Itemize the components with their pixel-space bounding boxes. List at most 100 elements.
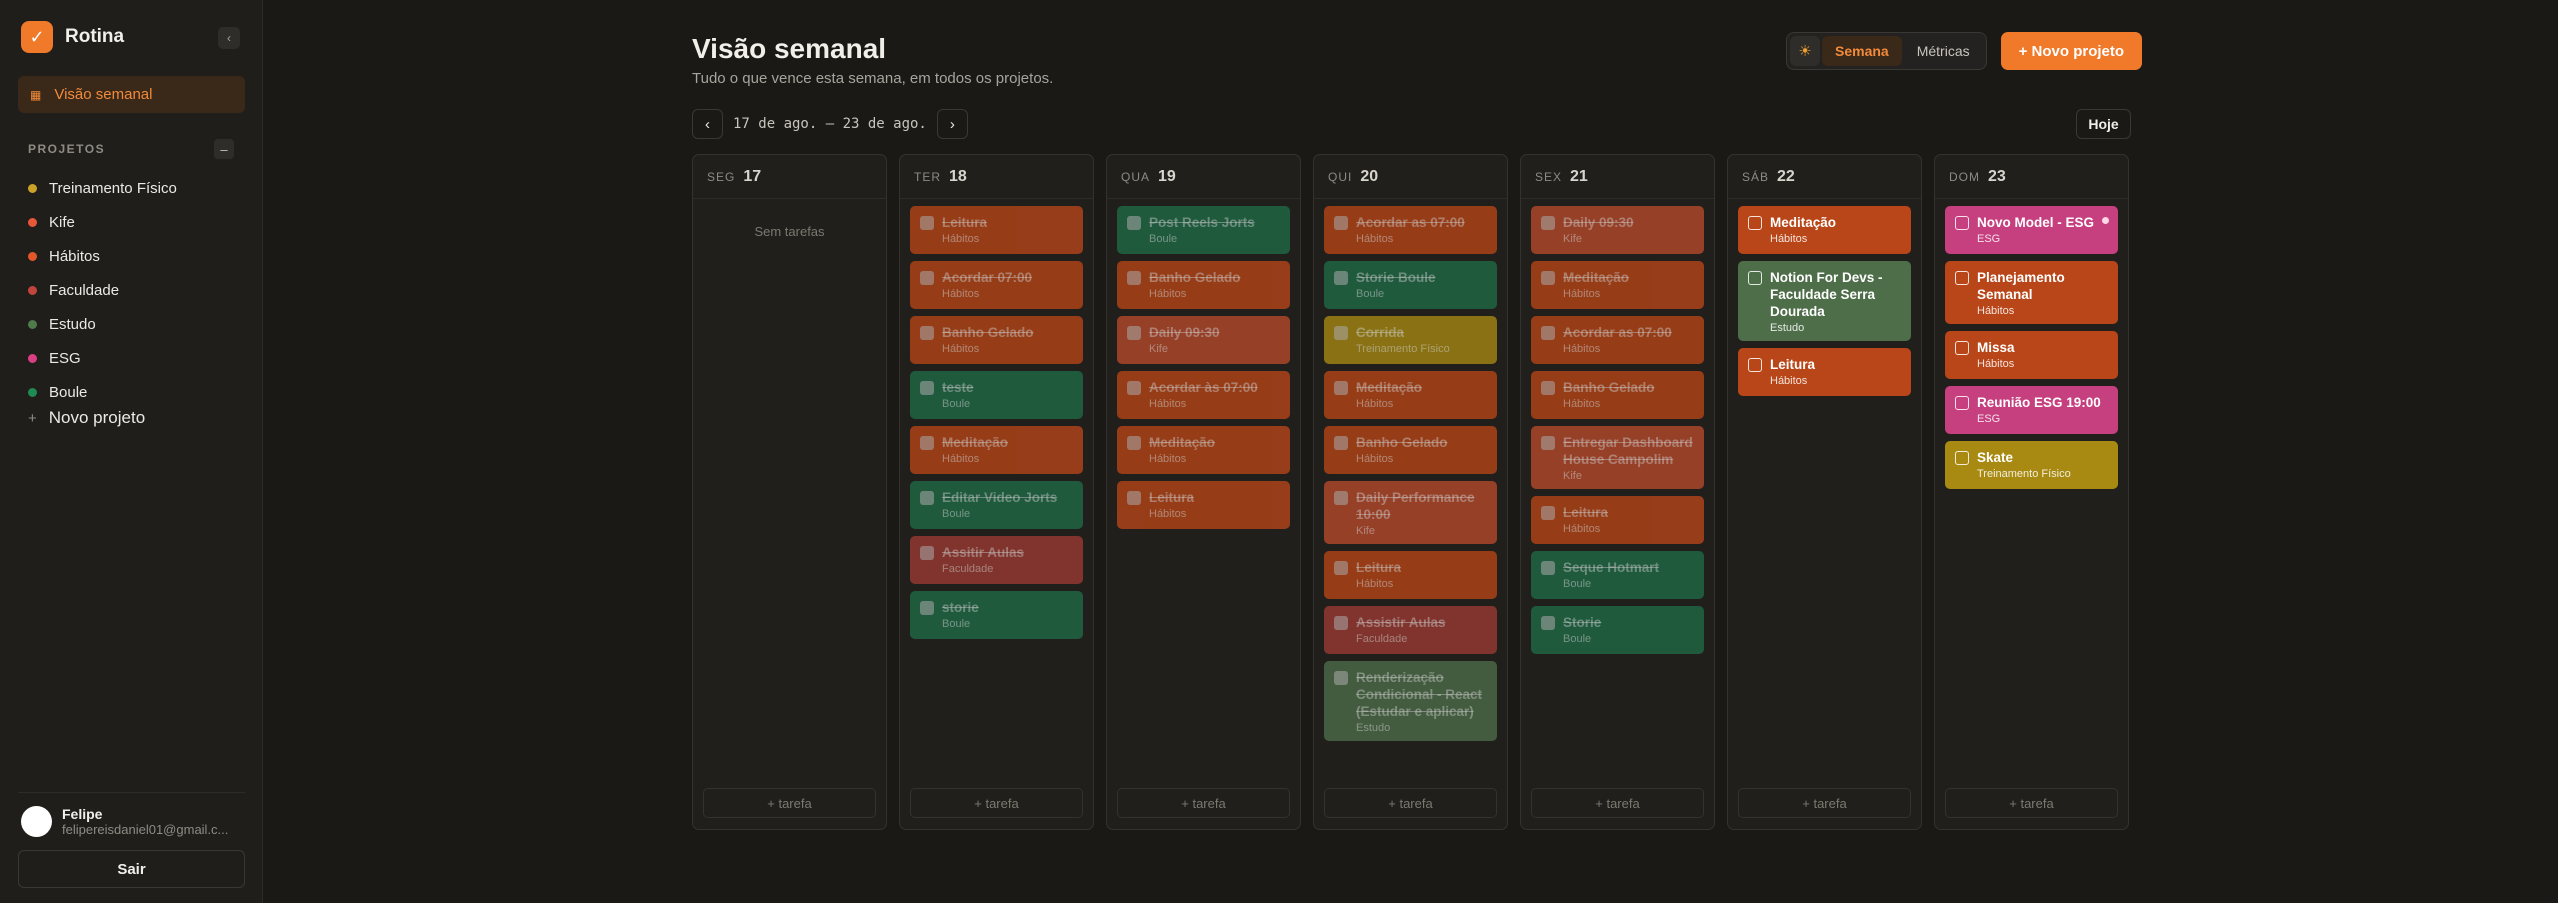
task-checkbox[interactable] [1334,271,1348,285]
next-week-button[interactable]: › [936,109,968,139]
task-card[interactable]: storie Boule [910,591,1083,639]
sidebar-project-item[interactable]: Kife [28,205,177,239]
task-card[interactable]: Skate Treinamento Físico [1945,441,2118,489]
task-checkbox[interactable] [1127,491,1141,505]
task-checkbox[interactable] [1541,616,1555,630]
collapse-sidebar-button[interactable]: ‹ [218,27,240,49]
task-checkbox[interactable] [1955,216,1969,230]
task-checkbox[interactable] [1541,326,1555,340]
logout-button[interactable]: Sair [18,850,245,888]
task-card[interactable]: Meditação Hábitos [1117,426,1290,474]
sidebar-project-item[interactable]: Estudo [28,307,177,341]
task-checkbox[interactable] [920,381,934,395]
task-checkbox[interactable] [1127,381,1141,395]
collapse-projects-button[interactable]: – [214,139,234,159]
task-checkbox[interactable] [1127,436,1141,450]
task-checkbox[interactable] [1541,436,1555,450]
task-card[interactable]: Post Reels Jorts Boule [1117,206,1290,254]
task-checkbox[interactable] [920,601,934,615]
task-checkbox[interactable] [1334,561,1348,575]
add-task-button[interactable]: + tarefa [1738,788,1911,818]
tab-week[interactable]: Semana [1822,36,1902,66]
task-card[interactable]: Seque Hotmart Boule [1531,551,1704,599]
add-task-button[interactable]: + tarefa [1117,788,1290,818]
task-card[interactable]: Acordar 07:00 Hábitos [910,261,1083,309]
task-checkbox[interactable] [1334,616,1348,630]
task-checkbox[interactable] [1334,671,1348,685]
task-checkbox[interactable] [1955,396,1969,410]
task-card[interactable]: Banho Gelado Hábitos [1324,426,1497,474]
task-card[interactable]: Acordar as 07:00 Hábitos [1324,206,1497,254]
task-card[interactable]: Missa Hábitos [1945,331,2118,379]
task-card[interactable]: Leitura Hábitos [1117,481,1290,529]
task-checkbox[interactable] [1127,326,1141,340]
task-card[interactable]: Meditação Hábitos [1531,261,1704,309]
sidebar-project-item[interactable]: Faculdade [28,273,177,307]
new-project-link[interactable]: + Novo projeto [28,408,145,428]
task-card[interactable]: Daily Performance 10:00 Kife [1324,481,1497,544]
task-card[interactable]: Corrida Treinamento Físico [1324,316,1497,364]
task-card[interactable]: Meditação Hábitos [1738,206,1911,254]
sidebar-project-item[interactable]: Boule [28,375,177,409]
task-checkbox[interactable] [920,216,934,230]
task-checkbox[interactable] [1334,216,1348,230]
task-checkbox[interactable] [1334,436,1348,450]
nav-weekly-view[interactable]: ▦ Visão semanal [18,76,245,113]
add-task-button[interactable]: + tarefa [703,788,876,818]
task-card[interactable]: Banho Gelado Hábitos [910,316,1083,364]
task-checkbox[interactable] [1334,491,1348,505]
task-checkbox[interactable] [920,436,934,450]
task-checkbox[interactable] [1955,271,1969,285]
task-checkbox[interactable] [920,491,934,505]
task-checkbox[interactable] [1541,271,1555,285]
task-card[interactable]: Daily 09:30 Kife [1531,206,1704,254]
prev-week-button[interactable]: ‹ [692,109,723,139]
task-card[interactable]: Meditação Hábitos [910,426,1083,474]
task-card[interactable]: Banho Gelado Hábitos [1531,371,1704,419]
task-checkbox[interactable] [1334,381,1348,395]
task-card[interactable]: Renderização Condicional - React (Estuda… [1324,661,1497,741]
sidebar-project-item[interactable]: Hábitos [28,239,177,273]
today-button[interactable]: Hoje [2076,109,2131,139]
sun-icon[interactable]: ☀ [1790,36,1820,66]
task-card[interactable]: Leitura Hábitos [1738,348,1911,396]
task-card[interactable]: Banho Gelado Hábitos [1117,261,1290,309]
add-task-button[interactable]: + tarefa [1531,788,1704,818]
sidebar-project-item[interactable]: ESG [28,341,177,375]
task-card[interactable]: Leitura Hábitos [1531,496,1704,544]
task-checkbox[interactable] [1748,216,1762,230]
task-card[interactable]: Storie Boule [1531,606,1704,654]
new-project-button[interactable]: + Novo projeto [2000,32,2143,70]
task-card[interactable]: Entregar Dashboard House Campolim Kife [1531,426,1704,489]
task-card[interactable]: teste Boule [910,371,1083,419]
task-card[interactable]: Assistir Aulas Faculdade [1324,606,1497,654]
task-card[interactable]: Reunião ESG 19:00 ESG [1945,386,2118,434]
task-card[interactable]: Novo Model - ESG ESG [1945,206,2118,254]
task-checkbox[interactable] [1541,506,1555,520]
task-checkbox[interactable] [920,271,934,285]
task-checkbox[interactable] [1748,271,1762,285]
add-task-button[interactable]: + tarefa [1324,788,1497,818]
task-checkbox[interactable] [1955,341,1969,355]
task-checkbox[interactable] [920,546,934,560]
task-card[interactable]: Acordar às 07:00 Hábitos [1117,371,1290,419]
task-checkbox[interactable] [1955,451,1969,465]
task-card[interactable]: Meditação Hábitos [1324,371,1497,419]
task-card[interactable]: Acordar as 07:00 Hábitos [1531,316,1704,364]
add-task-button[interactable]: + tarefa [1945,788,2118,818]
task-checkbox[interactable] [1748,358,1762,372]
task-card[interactable]: Assitir Aulas Faculdade [910,536,1083,584]
task-checkbox[interactable] [1541,561,1555,575]
task-card[interactable]: Leitura Hábitos [1324,551,1497,599]
task-checkbox[interactable] [1127,271,1141,285]
sidebar-project-item[interactable]: Treinamento Físico [28,171,177,205]
task-card[interactable]: Storie Boule Boule [1324,261,1497,309]
task-checkbox[interactable] [1127,216,1141,230]
add-task-button[interactable]: + tarefa [910,788,1083,818]
tab-metrics[interactable]: Métricas [1904,36,1983,66]
task-checkbox[interactable] [920,326,934,340]
task-card[interactable]: Notion For Devs - Faculdade Serra Dourad… [1738,261,1911,341]
task-card[interactable]: Daily 09:30 Kife [1117,316,1290,364]
brand[interactable]: ✓ Rotina [21,21,124,53]
task-card[interactable]: Leitura Hábitos [910,206,1083,254]
